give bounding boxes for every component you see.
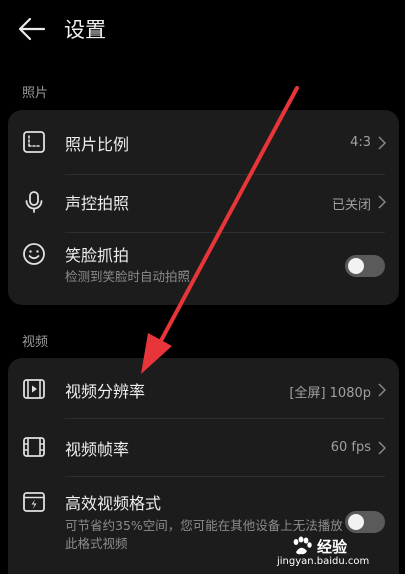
- app-header: 设置: [0, 0, 405, 60]
- efficient-format-toggle[interactable]: [345, 511, 385, 533]
- chevron-right-icon: [378, 383, 386, 397]
- toggle-knob: [348, 258, 364, 274]
- chevron-right-icon: [378, 441, 386, 455]
- setting-value: 已关闭: [331, 198, 371, 213]
- setting-label: 高效视频格式: [65, 494, 162, 513]
- setting-subtitle: 检测到笑脸时自动拍照: [65, 269, 191, 284]
- setting-photo-ratio[interactable]: 照片比例 4:3: [8, 110, 399, 174]
- baidu-paw-icon: [293, 536, 312, 555]
- setting-label: 视频分辨率: [65, 382, 146, 401]
- film-strip-icon: [23, 437, 45, 457]
- smile-face-icon: [23, 243, 45, 265]
- setting-smile-capture[interactable]: 笑脸抓拍 检测到笑脸时自动拍照: [8, 232, 399, 305]
- setting-voice-shutter[interactable]: 声控拍照 已关闭: [8, 174, 399, 232]
- setting-label: 笑脸抓拍: [65, 246, 130, 265]
- setting-label: 声控拍照: [65, 194, 130, 213]
- chevron-right-icon: [378, 136, 386, 150]
- video-resolution-icon: [23, 379, 45, 399]
- chevron-right-icon: [378, 195, 386, 209]
- setting-value: [全屏] 1080p: [289, 386, 371, 401]
- setting-label: 照片比例: [65, 135, 130, 154]
- watermark-url: jingyan.baidu.com: [277, 556, 370, 567]
- back-arrow-icon[interactable]: [18, 16, 46, 42]
- smile-capture-toggle[interactable]: [345, 255, 385, 277]
- toggle-knob: [348, 514, 364, 530]
- page-title: 设置: [64, 18, 106, 42]
- setting-value: 4:3: [350, 135, 371, 150]
- photo-settings-card: 照片比例 4:3 声控拍照 已关闭 笑脸抓拍 检测到笑脸时自动拍照: [8, 110, 399, 305]
- setting-frame-rate[interactable]: 视频帧率 60 fps: [8, 418, 399, 476]
- microphone-icon: [25, 191, 43, 213]
- section-label-photo: 照片: [22, 86, 49, 101]
- aspect-ratio-icon: [23, 131, 45, 153]
- setting-video-resolution[interactable]: 视频分辨率 [全屏] 1080p: [8, 358, 399, 418]
- setting-label: 视频帧率: [65, 440, 130, 459]
- efficient-video-icon: [23, 492, 45, 512]
- watermark: 经验 jingyan.baidu.com: [275, 534, 385, 570]
- section-label-video: 视频: [22, 335, 49, 350]
- watermark-brand: 经验: [317, 538, 348, 556]
- setting-value: 60 fps: [330, 440, 371, 455]
